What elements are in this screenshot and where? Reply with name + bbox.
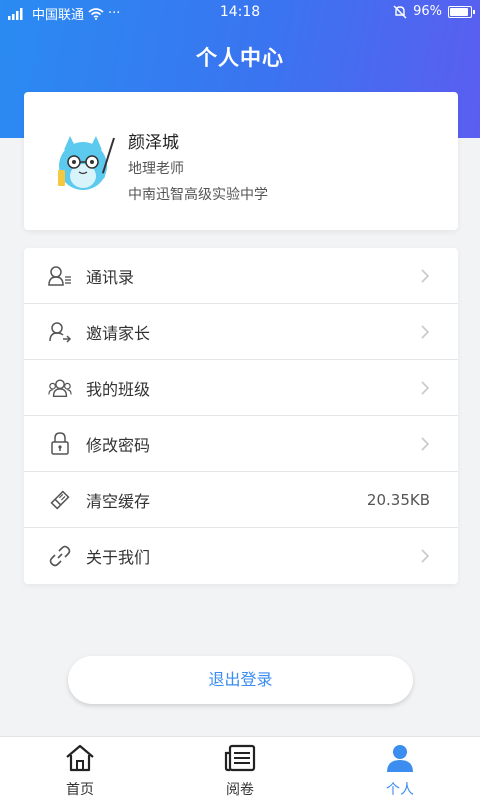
tab-label-grading: 阅卷 (226, 782, 254, 798)
status-bar: 中国联通 ··· 14:18 96% (0, 0, 480, 26)
chevron-right-icon (421, 268, 430, 283)
chevron-right-icon (421, 380, 430, 395)
menu-item-contacts[interactable]: 通讯录 (24, 248, 458, 304)
menu-item-clear-cache[interactable]: 清空缓存 20.35KB (24, 472, 458, 528)
cache-size-value: 20.35KB (366, 490, 430, 509)
menu-label-clear-cache: 清空缓存 (86, 491, 151, 511)
profile-role: 地理老师 (128, 161, 184, 177)
chevron-right-icon (421, 436, 430, 451)
tab-home[interactable]: 首页 (0, 737, 160, 800)
newspaper-icon (224, 744, 256, 772)
profile-card: 颜泽城 地理老师 中南迅智高级实验中学 (24, 92, 458, 230)
chevron-right-icon (421, 324, 430, 339)
profile-school: 中南迅智高级实验中学 (128, 187, 268, 203)
mute-bell-icon (393, 5, 407, 18)
menu-label-invite-parent: 邀请家长 (86, 323, 151, 343)
menu-item-change-password[interactable]: 修改密码 (24, 416, 458, 472)
bottom-tab-bar: 首页 阅卷 个人 (0, 736, 480, 800)
menu-card: 通讯录 邀请家长 我的班级 修改密码 清空缓存 20.35KB 关于我们 (24, 248, 458, 584)
contacts-icon (48, 264, 72, 288)
class-group-icon (48, 376, 72, 400)
menu-label-about-us: 关于我们 (86, 548, 151, 567)
chevron-right-icon (421, 549, 430, 563)
page-title: 个人中心 (196, 46, 284, 70)
menu-item-invite-parent[interactable]: 邀请家长 (24, 304, 458, 360)
menu-label-contacts: 通讯录 (86, 267, 135, 287)
link-icon (48, 544, 72, 568)
status-right: 96% (393, 4, 475, 19)
menu-item-about-us[interactable]: 关于我们 (24, 528, 458, 584)
battery-icon (448, 5, 475, 18)
tab-label-personal: 个人 (386, 782, 414, 798)
menu-label-change-password: 修改密码 (86, 435, 151, 455)
tab-grading[interactable]: 阅卷 (160, 737, 320, 800)
menu-label-my-class: 我的班级 (86, 379, 151, 399)
tab-label-home: 首页 (66, 782, 94, 798)
lock-icon (48, 431, 72, 456)
eraser-icon (48, 488, 72, 512)
invite-parent-icon (48, 320, 72, 344)
avatar (58, 136, 115, 190)
home-icon (66, 744, 94, 772)
logout-button[interactable]: 退出登录 (68, 656, 413, 704)
battery-percent: 96% (413, 4, 442, 19)
battery-fill (450, 7, 468, 16)
profile-name: 颜泽城 (128, 133, 179, 153)
menu-item-my-class[interactable]: 我的班级 (24, 360, 458, 416)
person-icon (387, 745, 413, 772)
tab-personal[interactable]: 个人 (320, 737, 480, 800)
